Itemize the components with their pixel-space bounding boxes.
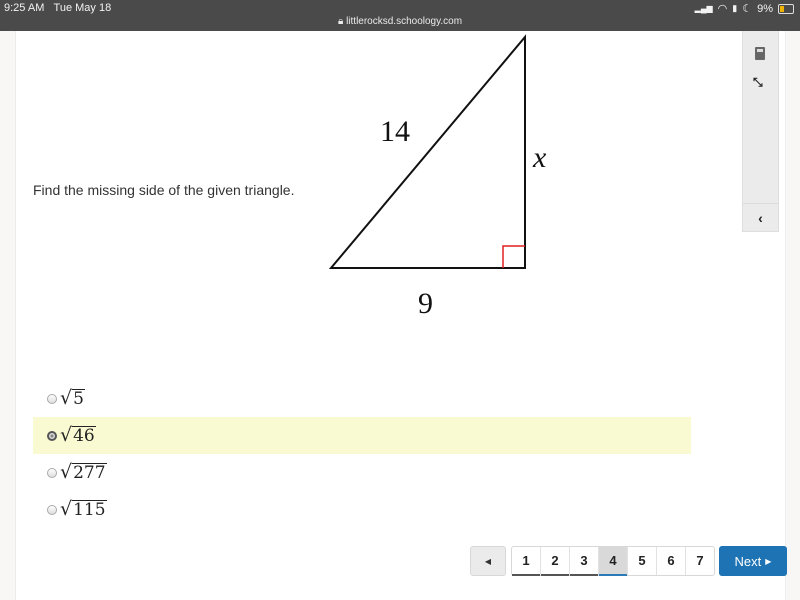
answer-choices: √ 5 √ 46 √ 277 √ 115 — [33, 380, 691, 528]
expand-icon[interactable]: ⤡ — [753, 75, 763, 90]
choice-math: √ 46 — [60, 424, 96, 447]
choice-math: √ 277 — [60, 461, 107, 484]
url-text: littlerocksd.schoology.com — [346, 16, 463, 27]
page-3[interactable]: 3 — [570, 547, 599, 576]
base-label: 9 — [418, 287, 433, 320]
moon-icon: ☾ — [742, 3, 753, 15]
signal-icon: ▂▄▆ — [694, 4, 713, 13]
page-list: 1 2 3 4 5 6 7 — [511, 546, 715, 576]
wifi-icon: ◠ — [717, 3, 728, 15]
page-1[interactable]: 1 — [512, 547, 541, 576]
sqrt-icon: √ — [60, 498, 73, 521]
sqrt-icon: √ — [60, 424, 73, 447]
page-5[interactable]: 5 — [628, 547, 657, 575]
question-prompt: Find the missing side of the given trian… — [33, 182, 295, 198]
triangle-shape — [328, 34, 526, 269]
triangle-figure: 14 x 9 — [328, 34, 547, 320]
answer-choice[interactable]: √ 5 — [33, 380, 691, 417]
page-7[interactable]: 7 — [686, 547, 714, 575]
next-label: Next — [734, 553, 762, 569]
question-pager: ◀ 1 2 3 4 5 6 7 Next ▶ — [470, 546, 787, 576]
radio-button[interactable] — [47, 504, 57, 515]
calculator-icon[interactable] — [755, 47, 765, 60]
sqrt-icon: √ — [60, 461, 73, 484]
answer-choice[interactable]: √ 115 — [33, 491, 691, 528]
radio-button[interactable] — [47, 393, 57, 404]
page-4-current[interactable]: 4 — [599, 547, 628, 576]
answer-choice[interactable]: √ 277 — [33, 454, 691, 491]
triangle-right-icon: ▶ — [765, 556, 772, 566]
radio-button[interactable] — [47, 467, 57, 478]
battery-icon — [778, 3, 794, 14]
page-2[interactable]: 2 — [541, 547, 570, 576]
right-gutter — [785, 31, 800, 600]
address-bar[interactable]: 🔒︎ littlerocksd.schoology.com — [0, 16, 800, 27]
choice-math: √ 5 — [60, 387, 85, 410]
chevron-left-icon: ‹ — [758, 210, 763, 226]
lock-icon: 🔒︎ — [337, 16, 344, 27]
status-indicators: ▂▄▆ ◠ ▮ ☾ 9% — [695, 2, 794, 15]
next-button[interactable]: Next ▶ — [719, 546, 787, 576]
page-6[interactable]: 6 — [657, 547, 686, 575]
radio-button-checked[interactable] — [47, 430, 57, 441]
triangle-left-icon: ◀ — [484, 556, 492, 566]
previous-button[interactable]: ◀ — [470, 546, 506, 576]
left-gutter — [0, 31, 16, 600]
tool-panel: ⤡ ‹ — [742, 31, 779, 232]
battery-percent: 9% — [757, 2, 773, 15]
sqrt-icon: √ — [60, 387, 73, 410]
answer-choice-selected[interactable]: √ 46 — [33, 417, 691, 454]
lock-rotation-icon: ▮ — [732, 3, 738, 13]
status-time: 9:25 AM Tue May 18 — [4, 2, 112, 14]
collapse-panel-button[interactable]: ‹ — [743, 203, 778, 232]
hypotenuse-label: 14 — [380, 115, 410, 148]
right-angle-marker — [502, 245, 525, 268]
vertical-side-label: x — [532, 141, 547, 174]
ios-status-bar: 9:25 AM Tue May 18 🔒︎ littlerocksd.schoo… — [0, 0, 800, 31]
choice-math: √ 115 — [60, 498, 107, 521]
